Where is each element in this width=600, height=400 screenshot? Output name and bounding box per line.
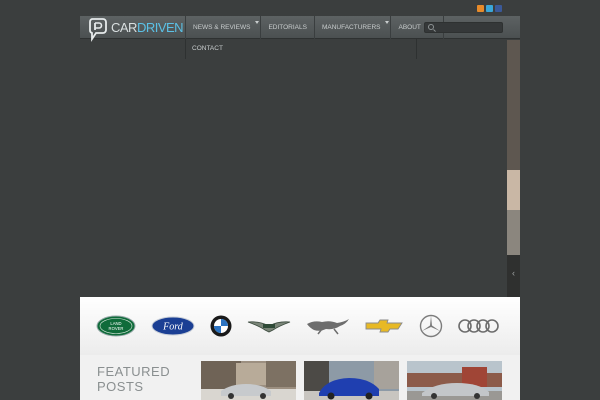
facebook-icon[interactable] — [495, 5, 502, 12]
search-input[interactable] — [424, 22, 503, 33]
ford-logo[interactable]: Ford — [151, 297, 195, 355]
nav-label: NEWS & REVIEWS — [193, 24, 251, 31]
featured-post-image — [201, 361, 296, 400]
featured-post-thumb[interactable] — [407, 361, 502, 400]
land-rover-logo[interactable]: LAND ROVER — [96, 297, 136, 355]
featured-title-line1: FEATURED — [97, 364, 171, 379]
jaguar-logo[interactable] — [304, 297, 352, 355]
mercedes-star-icon — [419, 314, 443, 338]
featured-title-line2: POSTS — [97, 379, 144, 394]
land-rover-text-2: ROVER — [109, 326, 124, 331]
audi-logo[interactable] — [457, 297, 501, 355]
social-links — [477, 5, 502, 12]
slide-image-part — [507, 210, 520, 255]
chevrolet-logo[interactable] — [364, 297, 404, 355]
mercedes-logo[interactable] — [419, 297, 443, 355]
slider-prev-arrow-icon[interactable]: ‹ — [512, 268, 515, 278]
chevrolet-bowtie-icon — [365, 319, 403, 333]
nav-news-reviews[interactable]: NEWS & REVIEWS — [185, 16, 260, 39]
nav-contact[interactable]: CONTACT — [185, 39, 229, 59]
featured-post-thumb[interactable] — [201, 361, 296, 400]
nav-manufacturers[interactable]: MANUFACTURERS — [313, 16, 391, 39]
caret-down-icon — [255, 21, 260, 24]
slider-next-slide: ‹ — [507, 40, 520, 297]
ford-text: Ford — [162, 322, 184, 333]
bmw-icon — [210, 315, 232, 337]
audi-rings-icon — [458, 319, 499, 333]
manufacturer-logos: LAND ROVER Ford — [80, 297, 520, 355]
main-nav: NEWS & REVIEWS EDITORIALS MANUFACTURERS … — [185, 16, 444, 39]
land-rover-icon: LAND ROVER — [96, 315, 136, 337]
site-logo[interactable]: CARDRIVEN — [88, 16, 184, 42]
speech-bubble-logo-icon — [89, 18, 107, 42]
nav-label: ABOUT — [398, 24, 421, 31]
nav-label: CONTACT — [192, 45, 223, 52]
ford-icon: Ford — [151, 316, 195, 336]
featured-posts-title: FEATURED POSTS — [97, 364, 170, 394]
featured-post-image — [304, 361, 399, 400]
featured-posts: FEATURED POSTS — [80, 355, 520, 400]
bmw-logo[interactable] — [210, 297, 232, 355]
nav-editorials[interactable]: EDITORIALS — [260, 16, 314, 39]
slide-image-part — [507, 40, 520, 170]
site-header: CARDRIVEN NEWS & REVIEWS EDITORIALS MANU… — [80, 16, 520, 42]
nav-label: EDITORIALS — [268, 24, 307, 31]
aston-martin-wings-icon — [247, 321, 291, 333]
nav-label: MANUFACTURERS — [321, 24, 381, 31]
nav-divider — [416, 39, 417, 59]
logo-text: CARDRIVEN — [111, 20, 184, 35]
jaguar-leaper-icon — [307, 319, 349, 335]
featured-post-thumb[interactable] — [304, 361, 399, 400]
caret-down-icon — [385, 21, 390, 24]
rss-icon[interactable] — [477, 5, 484, 12]
featured-post-image — [407, 361, 502, 400]
slide-image-part — [507, 170, 520, 210]
search-icon — [428, 24, 434, 30]
twitter-icon[interactable] — [486, 5, 493, 12]
aston-martin-logo[interactable] — [246, 297, 292, 355]
